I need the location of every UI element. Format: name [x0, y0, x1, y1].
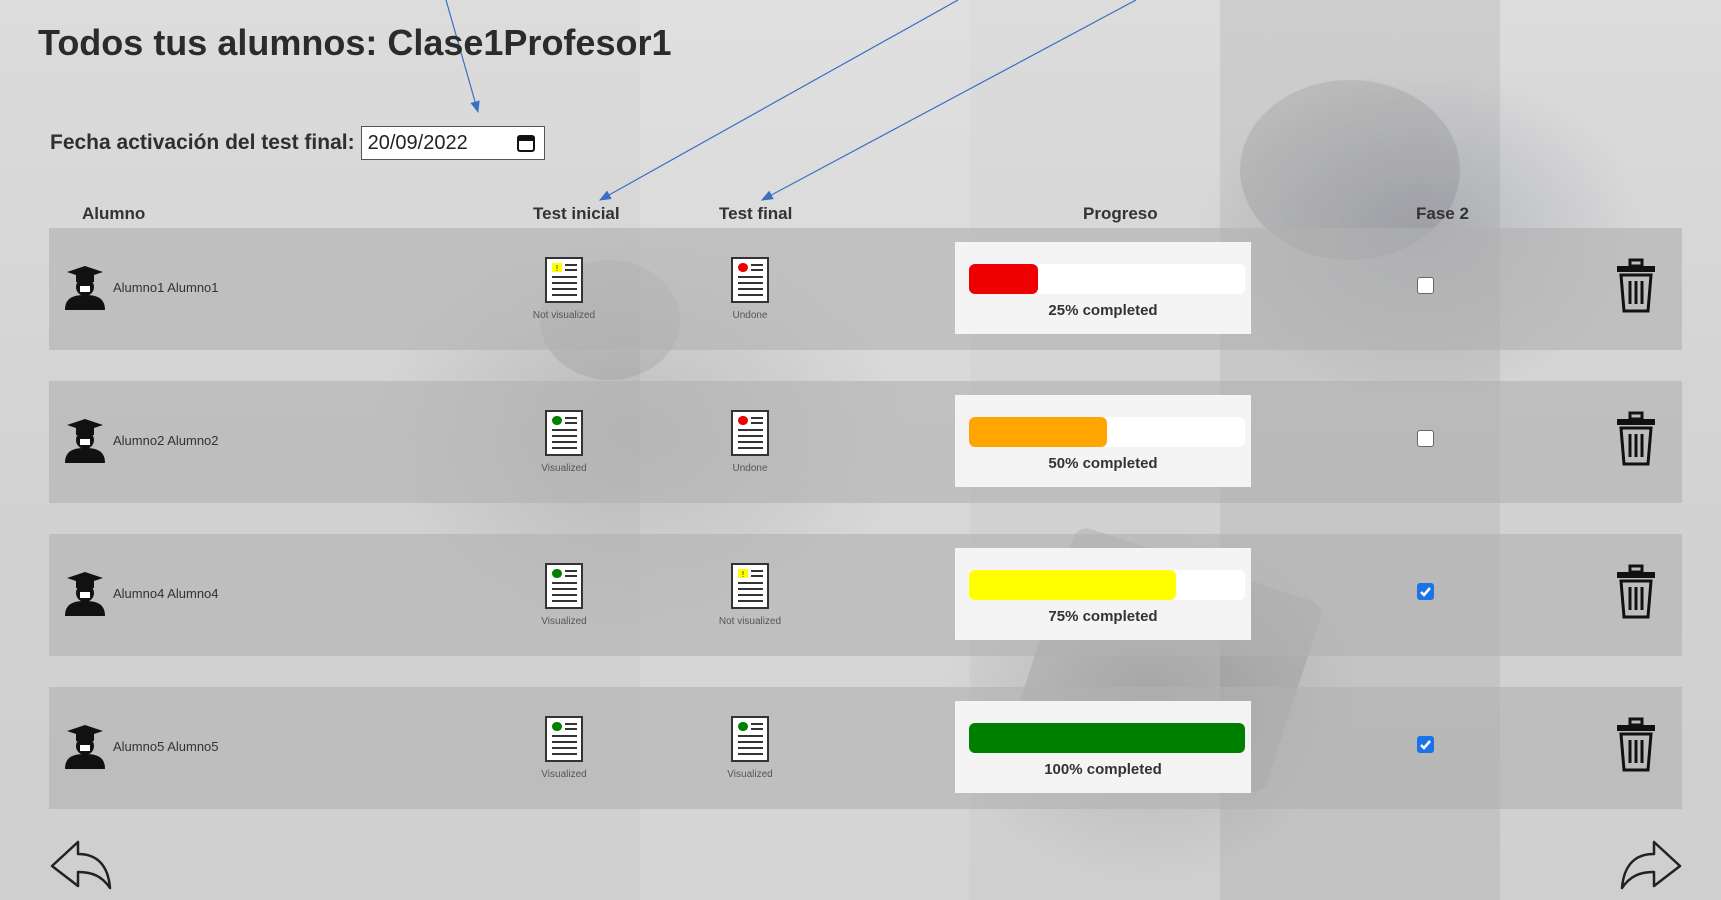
delete-student-button[interactable]	[1615, 564, 1657, 625]
student-name: Alumno4 Alumno4	[113, 585, 219, 601]
test-document-icon[interactable]	[544, 562, 584, 610]
delete-student-button[interactable]	[1615, 258, 1657, 319]
final-test-cell[interactable]: Undone	[705, 256, 795, 321]
initial-test-status: Visualized	[541, 616, 587, 627]
progress-track	[969, 570, 1245, 600]
progress-track	[969, 417, 1245, 447]
progress-text: 25% completed	[1048, 302, 1158, 319]
phase2-checkbox[interactable]	[1417, 583, 1434, 600]
phase2-checkbox[interactable]	[1417, 736, 1434, 753]
progress-track	[969, 723, 1245, 753]
progress-bar-fill	[969, 417, 1107, 447]
column-header-final-test: Test final	[719, 204, 793, 223]
test-document-icon[interactable]	[544, 409, 584, 457]
progress-text: 75% completed	[1048, 608, 1158, 625]
activation-date-row: Fecha activación del test final: 20/09/2…	[50, 126, 545, 160]
progress-track	[969, 264, 1245, 294]
test-document-icon[interactable]: !	[544, 256, 584, 304]
svg-text:!: !	[555, 264, 558, 273]
progress-text: 50% completed	[1048, 455, 1158, 472]
calendar-icon[interactable]	[516, 133, 536, 153]
test-document-icon[interactable]	[730, 715, 770, 763]
student-cell: Alumno4 Alumno4	[63, 570, 219, 616]
test-document-icon[interactable]	[544, 715, 584, 763]
trash-icon[interactable]	[1615, 717, 1657, 773]
forward-arrow-icon[interactable]	[1618, 838, 1684, 894]
test-document-icon[interactable]	[730, 256, 770, 304]
progress-bar-fill	[969, 570, 1176, 600]
activation-date-value: 20/09/2022	[367, 131, 468, 154]
test-document-icon[interactable]	[730, 409, 770, 457]
column-header-initial-test: Test inicial	[533, 204, 620, 223]
progress-card: 100% completed	[955, 701, 1251, 793]
progress-bar-fill	[969, 264, 1038, 294]
student-name: Alumno1 Alumno1	[113, 279, 219, 295]
progress-card: 25% completed	[955, 242, 1251, 334]
student-name: Alumno2 Alumno2	[113, 432, 219, 448]
final-test-cell[interactable]: Undone	[705, 409, 795, 474]
back-arrow-icon[interactable]	[48, 838, 114, 894]
page-title: Todos tus alumnos: Clase1Profesor1	[38, 22, 672, 63]
phase2-checkbox[interactable]	[1417, 277, 1434, 294]
final-test-status: Visualized	[727, 769, 773, 780]
student-graduate-icon	[65, 725, 105, 769]
progress-card: 50% completed	[955, 395, 1251, 487]
final-test-status: Not visualized	[718, 616, 782, 627]
test-document-icon[interactable]: !	[730, 562, 770, 610]
student-graduate-icon	[65, 266, 105, 310]
progress-card: 75% completed	[955, 548, 1251, 640]
column-header-progress: Progreso	[1083, 204, 1158, 223]
column-header-phase2: Fase 2	[1416, 204, 1469, 223]
trash-icon[interactable]	[1615, 258, 1657, 314]
initial-test-cell[interactable]: ! Not visualized	[519, 256, 609, 321]
progress-bar-fill	[969, 723, 1245, 753]
initial-test-status: Visualized	[541, 463, 587, 474]
initial-test-cell[interactable]: Visualized	[519, 562, 609, 627]
student-cell: Alumno1 Alumno1	[63, 264, 219, 310]
phase2-checkbox[interactable]	[1417, 430, 1434, 447]
delete-student-button[interactable]	[1615, 717, 1657, 778]
final-test-cell[interactable]: ! Not visualized	[705, 562, 795, 627]
final-test-cell[interactable]: Visualized	[705, 715, 795, 780]
table-row: Alumno5 Alumno5 Visualized Visualized 10…	[49, 687, 1682, 809]
student-cell: Alumno5 Alumno5	[63, 723, 219, 769]
student-graduate-icon	[65, 419, 105, 463]
progress-text: 100% completed	[1044, 761, 1162, 778]
table-row: Alumno4 Alumno4 Visualized ! Not visuali…	[49, 534, 1682, 656]
checkmark-icon	[1420, 740, 1431, 750]
table-row: Alumno1 Alumno1 ! Not visualized Undone	[49, 228, 1682, 350]
initial-test-cell[interactable]: Visualized	[519, 409, 609, 474]
trash-icon[interactable]	[1615, 564, 1657, 620]
delete-student-button[interactable]	[1615, 411, 1657, 472]
student-graduate-icon	[65, 572, 105, 616]
final-test-status: Undone	[732, 463, 768, 474]
table-row: Alumno2 Alumno2 Visualized Undone 50% co…	[49, 381, 1682, 503]
initial-test-status: Not visualized	[532, 310, 596, 321]
trash-icon[interactable]	[1615, 411, 1657, 467]
checkmark-icon	[1420, 587, 1431, 597]
column-header-student: Alumno	[82, 204, 146, 223]
student-name: Alumno5 Alumno5	[113, 738, 219, 754]
student-cell: Alumno2 Alumno2	[63, 417, 219, 463]
final-test-status: Undone	[732, 310, 768, 321]
activation-date-label: Fecha activación del test final:	[50, 131, 355, 154]
initial-test-cell[interactable]: Visualized	[519, 715, 609, 780]
activation-date-input[interactable]: 20/09/2022	[360, 126, 545, 160]
svg-text:!: !	[741, 570, 744, 579]
initial-test-status: Visualized	[541, 769, 587, 780]
